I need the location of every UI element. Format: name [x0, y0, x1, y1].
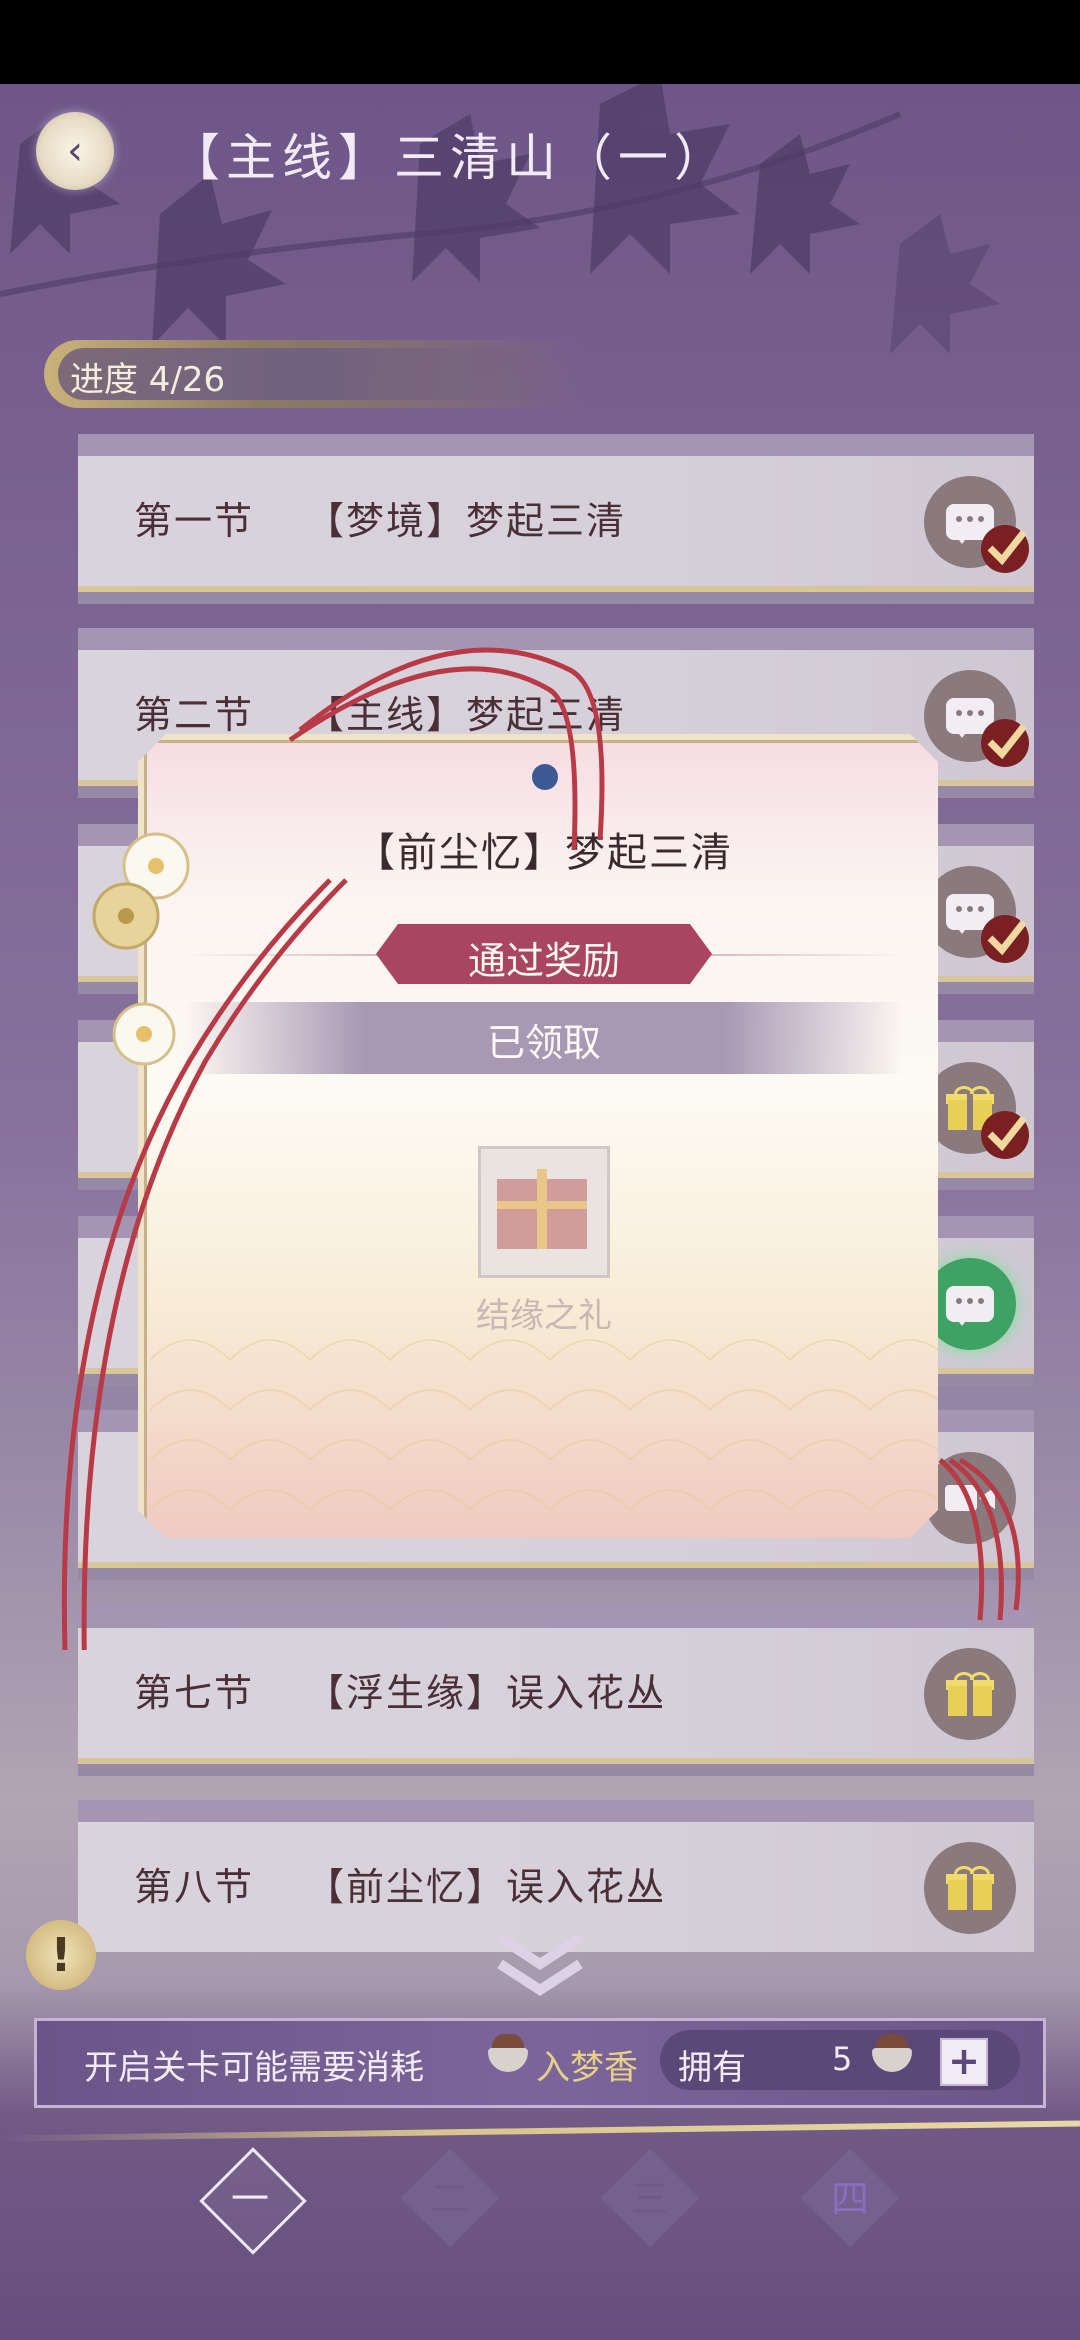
owned-label: 拥有	[678, 2048, 746, 2088]
back-button[interactable]: ‹	[36, 112, 114, 190]
section-number: 第八节	[134, 1865, 255, 1909]
section-title: 【梦境】梦起三清	[306, 499, 627, 543]
completed-check-icon	[976, 518, 1034, 576]
scroll-down-arrows-icon[interactable]	[490, 1930, 590, 2000]
incense-censer-icon	[486, 2030, 530, 2080]
section-number: 第一节	[134, 499, 255, 543]
owned-count: 5	[832, 2040, 853, 2078]
currency-name: 入梦香	[536, 2048, 638, 2088]
cost-notice: 开启关卡可能需要消耗	[84, 2048, 424, 2088]
incense-censer-icon	[870, 2030, 914, 2080]
gift-icon[interactable]	[924, 1648, 1016, 1740]
chapter-tab[interactable]: 四	[790, 2168, 910, 2223]
add-currency-button[interactable]: +	[940, 2038, 988, 2086]
section-title: 【浮生缘】误入花丛	[306, 1671, 667, 1715]
progress-label: 进度 4/26	[70, 360, 226, 400]
section-number: 第七节	[134, 1671, 255, 1715]
chapter-tab[interactable]: 二	[390, 2168, 510, 2223]
chapter-tab[interactable]: 三	[590, 2168, 710, 2223]
section-row[interactable]: 第一节 【梦境】梦起三清	[78, 434, 1034, 604]
chapter-title: 【主线】三清山（一）	[170, 129, 730, 187]
red-cord-decoration	[61, 647, 1021, 1650]
chapter-tab[interactable]: 一	[190, 2168, 310, 2223]
chevron-left-icon: ‹	[67, 128, 83, 174]
gift-icon[interactable]	[924, 1842, 1016, 1934]
info-warning-button[interactable]: !	[26, 1920, 96, 1990]
section-title: 【前尘忆】误入花丛	[306, 1865, 667, 1909]
sakura-flower-decoration	[92, 832, 190, 1066]
exclamation-icon: !	[50, 1928, 72, 1982]
